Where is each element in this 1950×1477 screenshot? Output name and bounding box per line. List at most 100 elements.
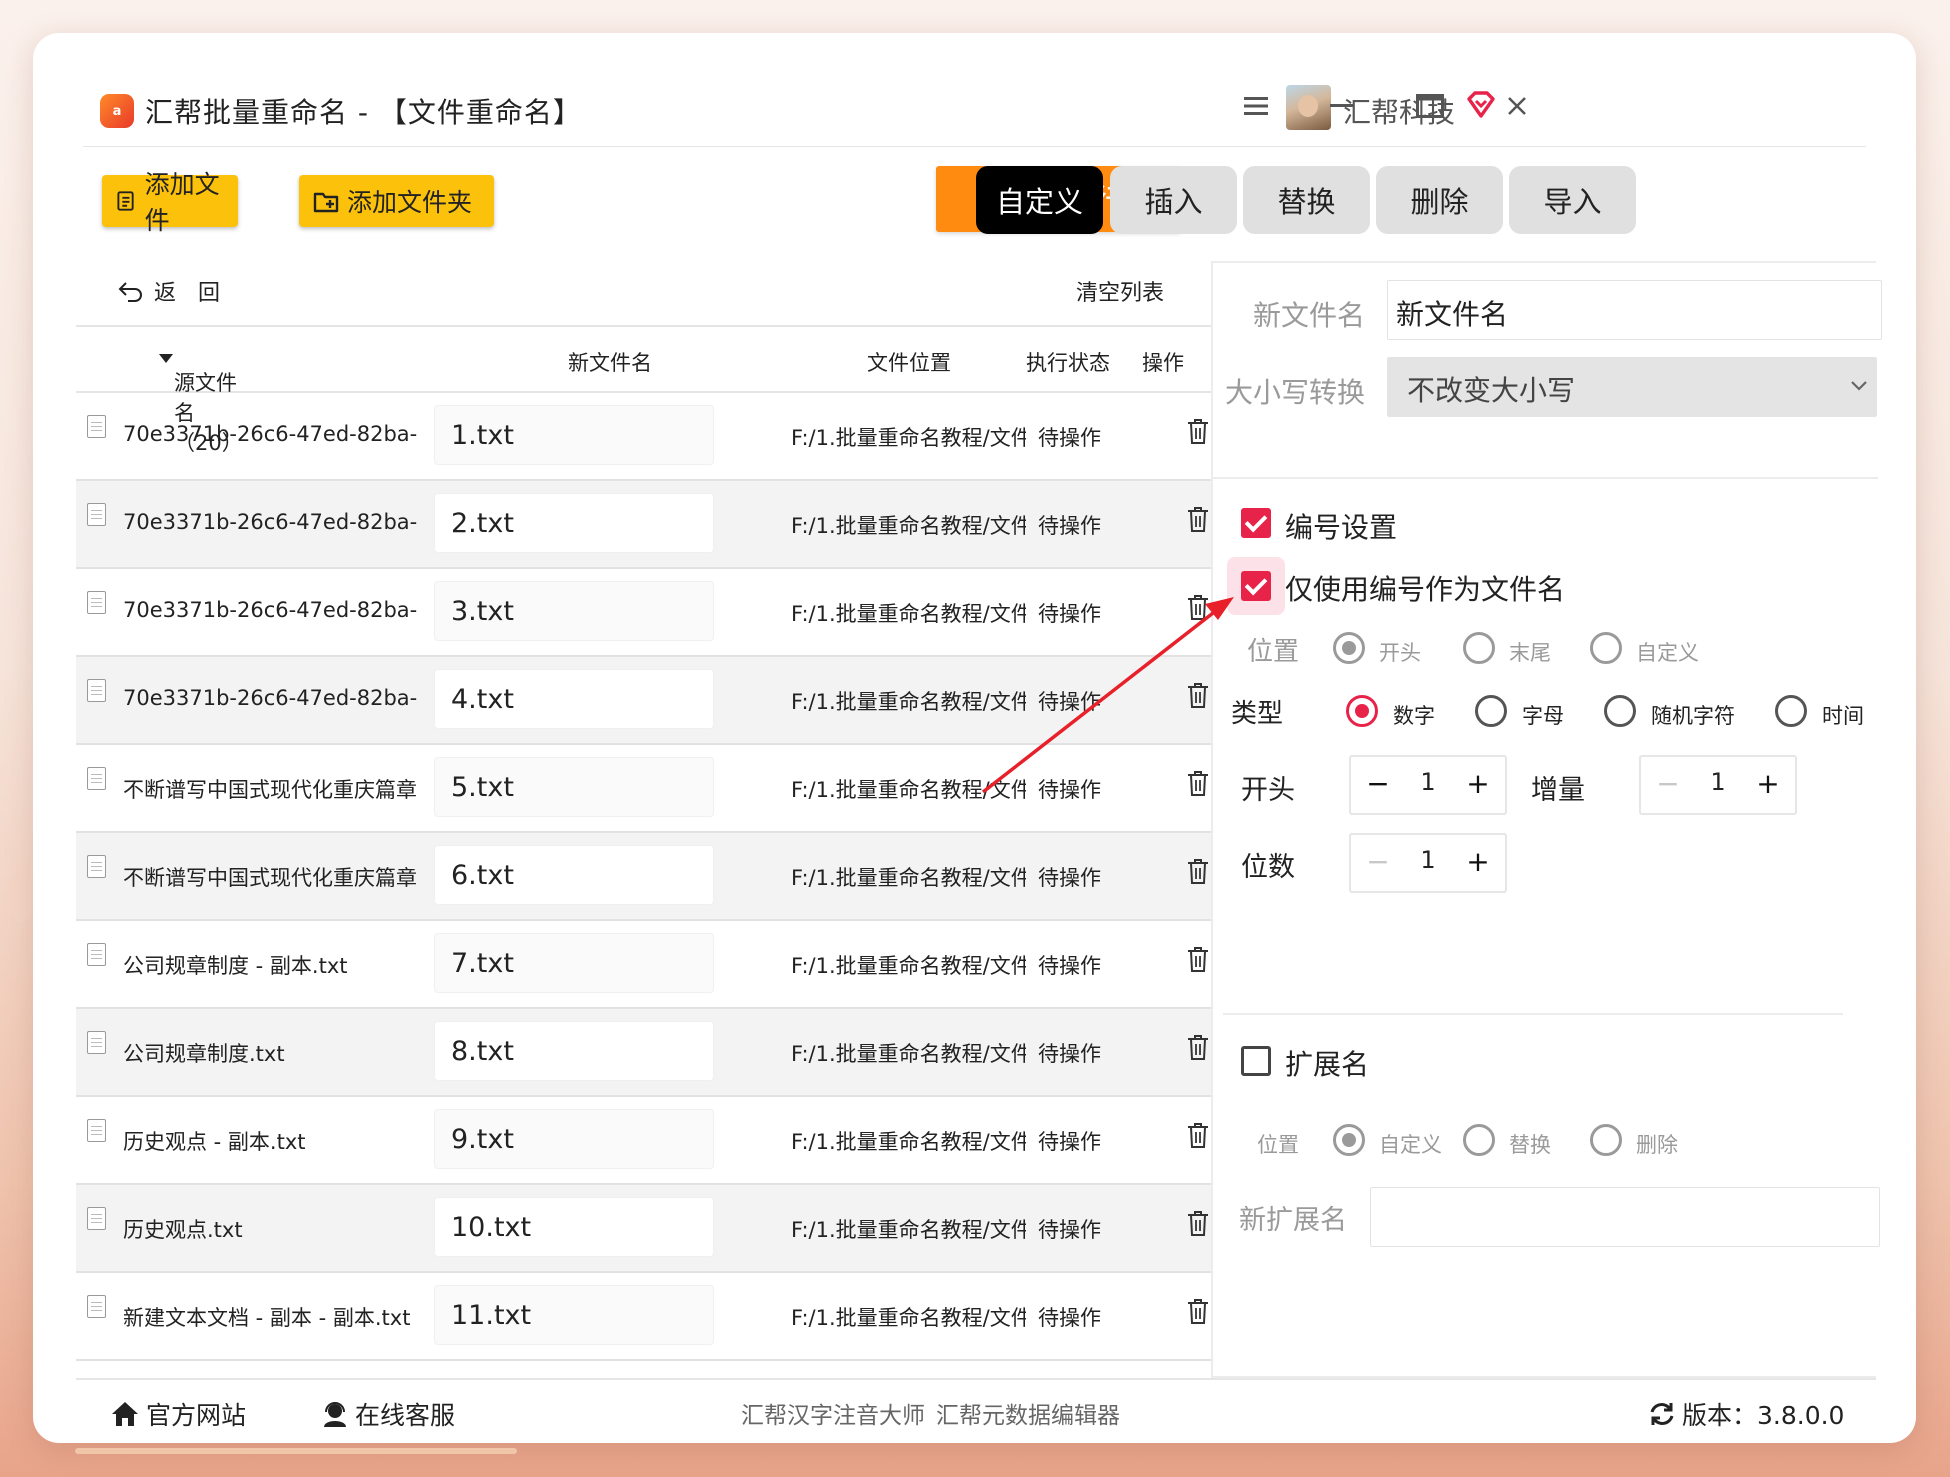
trash-icon[interactable] [1186, 769, 1210, 797]
new-filename[interactable]: 7.txt [434, 933, 714, 993]
type-radio-letter[interactable] [1475, 695, 1507, 727]
position-radio-start[interactable] [1333, 632, 1365, 664]
trash-icon[interactable] [1186, 1297, 1210, 1325]
trash-icon[interactable] [1186, 857, 1210, 885]
file-icon [87, 1031, 106, 1054]
source-filename: 70e3371b-26c6-47ed-82ba-3eb9 [123, 510, 418, 534]
file-list: 70e3371b-26c6-47ed-82ba-3eb9 1.txt F:/1.批量… [76, 393, 1211, 1378]
plus-icon[interactable]: + [1753, 767, 1783, 800]
version-info[interactable]: 版本：3.8.0.0 [1648, 1396, 1844, 1432]
numbering-checkbox[interactable] [1241, 508, 1271, 538]
trash-icon[interactable] [1186, 593, 1210, 621]
trash-icon[interactable] [1186, 681, 1210, 709]
new-filename[interactable]: 11.txt [434, 1285, 714, 1345]
table-row[interactable]: 70e3371b-26c6-47ed-82ba-3eb9 4.txt F:/1.批量… [76, 657, 1211, 745]
table-row[interactable]: 70e3371b-26c6-47ed-82ba-3eb9 1.txt F:/1.批量… [76, 393, 1211, 481]
table-row[interactable]: 历史观点.txt 10.txt F:/1.批量重命名教程/文件 待操作 [76, 1185, 1211, 1273]
new-filename[interactable]: 3.txt [434, 581, 714, 641]
new-filename[interactable]: 8.txt [434, 1021, 714, 1081]
digits-stepper[interactable]: − 1 + [1349, 833, 1507, 893]
exec-status: 待操作 [1038, 1306, 1101, 1330]
exec-status: 待操作 [1038, 1218, 1101, 1242]
close-icon[interactable] [1492, 81, 1542, 131]
new-name-label: 新文件名 [1253, 299, 1366, 332]
new-filename[interactable]: 9.txt [434, 1109, 714, 1169]
file-location: F:/1.批量重命名教程/文件 [791, 1130, 1026, 1154]
extension-checkbox[interactable] [1241, 1046, 1271, 1076]
exec-status: 待操作 [1038, 866, 1101, 890]
table-row[interactable]: 不断谱写中国式现代化重庆篇章.txt 6.txt F:/1.批量重命名教程/文件待操… [76, 833, 1211, 921]
header-source[interactable]: 源文件名（20） [158, 347, 243, 455]
online-service-link[interactable]: 在线客服 [321, 1396, 455, 1432]
add-folder-label: 添加文件夹 [347, 188, 473, 217]
file-location: F:/1.批量重命名教程/文件 [791, 602, 1026, 626]
trash-icon[interactable] [1186, 945, 1210, 973]
trash-icon[interactable] [1186, 1209, 1210, 1237]
minimize-icon[interactable] [1317, 81, 1367, 131]
tab-insert[interactable]: 插入 [1110, 166, 1237, 234]
plus-icon[interactable]: + [1463, 845, 1493, 878]
case-select[interactable]: 不改变大小写 [1387, 357, 1877, 417]
trash-icon[interactable] [1186, 505, 1210, 533]
table-row[interactable]: 70e3371b-26c6-47ed-82ba-3eb9 3.txt F:/1.批量… [76, 569, 1211, 657]
table-row[interactable]: 公司规章制度 - 副本.txt 7.txt F:/1.批量重命名教程/文件 待操作 [76, 921, 1211, 1009]
clear-list-button[interactable]: 清空列表 [1076, 275, 1164, 307]
ext-position-label: 位置 [1257, 1133, 1299, 1157]
tab-import[interactable]: 导入 [1509, 166, 1636, 234]
file-location: F:/1.批量重命名教程/文件 [791, 866, 1026, 890]
new-filename[interactable]: 6.txt [434, 845, 714, 905]
new-filename[interactable]: 1.txt [434, 405, 714, 465]
source-filename: 不断谱写中国式现代化重庆篇章 - 副本 [123, 778, 418, 802]
ext-radio-delete[interactable] [1590, 1124, 1622, 1156]
table-row[interactable]: 70e3371b-26c6-47ed-82ba-3eb9 2.txt F:/1.批量… [76, 481, 1211, 569]
new-name-input[interactable]: 新文件名 [1387, 280, 1882, 340]
add-folder-button[interactable]: 添加文件夹 [299, 175, 494, 227]
back-arrow-icon [118, 282, 142, 302]
pinyin-app-link[interactable]: 汇帮汉字注音大师 [741, 1396, 925, 1430]
add-file-label: 添加文件 [144, 170, 220, 235]
type-radio-random[interactable] [1604, 695, 1636, 727]
table-row[interactable]: 不断谱写中国式现代化重庆篇章 - 副本 5.txt F:/1.批量重命名教程/文件待… [76, 745, 1211, 833]
position-end-label: 末尾 [1509, 641, 1551, 665]
trash-icon[interactable] [1186, 417, 1210, 445]
type-time-label: 时间 [1822, 704, 1864, 728]
official-site-link[interactable]: 官方网站 [110, 1396, 246, 1432]
trash-icon[interactable] [1186, 1121, 1210, 1149]
file-list-header: 源文件名（20） 新文件名 文件位置 执行状态 操作 [76, 325, 1211, 455]
start-stepper[interactable]: − 1 + [1349, 755, 1507, 815]
trash-icon[interactable] [1186, 1033, 1210, 1061]
type-radio-number[interactable] [1346, 695, 1378, 727]
header-status: 执行状态 [1026, 351, 1110, 375]
metadata-app-link[interactable]: 汇帮元数据编辑器 [936, 1396, 1120, 1430]
ext-radio-replace[interactable] [1463, 1124, 1495, 1156]
new-filename[interactable]: 2.txt [434, 493, 714, 553]
file-location: F:/1.批量重命名教程/文件 [791, 954, 1026, 978]
case-select-value: 不改变大小写 [1407, 374, 1576, 407]
increment-stepper[interactable]: − 1 + [1639, 755, 1797, 815]
window-title: 汇帮批量重命名 - 【文件重命名】 [145, 96, 582, 129]
menu-icon[interactable] [1231, 81, 1281, 131]
position-radio-end[interactable] [1463, 632, 1495, 664]
plus-icon[interactable]: + [1463, 767, 1493, 800]
ext-radio-custom[interactable] [1333, 1124, 1365, 1156]
only-number-checkbox[interactable] [1241, 571, 1271, 601]
header-location: 文件位置 [867, 351, 951, 375]
tab-replace[interactable]: 替换 [1243, 166, 1370, 234]
new-filename[interactable]: 4.txt [434, 669, 714, 729]
new-filename[interactable]: 5.txt [434, 757, 714, 817]
tab-delete[interactable]: 删除 [1376, 166, 1503, 234]
type-radio-time[interactable] [1775, 695, 1807, 727]
new-filename[interactable]: 10.txt [434, 1197, 714, 1257]
table-row[interactable]: 公司规章制度.txt 8.txt F:/1.批量重命名教程/文件 待操作 [76, 1009, 1211, 1097]
tab-custom[interactable]: 自定义 [976, 166, 1103, 234]
new-extension-input[interactable] [1370, 1187, 1880, 1247]
add-file-button[interactable]: 添加文件 [102, 170, 238, 235]
table-row[interactable]: 历史观点 - 副本.txt 9.txt F:/1.批量重命名教程/文件 待操作 [76, 1097, 1211, 1185]
maximize-icon[interactable] [1405, 81, 1455, 131]
table-row[interactable]: 新建文本文档 - 副本 - 副本.txt 11.txt F:/1.批量重命名教程/文… [76, 1273, 1211, 1361]
add-file-icon [117, 191, 134, 211]
file-location: F:/1.批量重命名教程/文件 [791, 690, 1026, 714]
back-button[interactable]: 返 回 [118, 275, 220, 307]
horizontal-scrollbar[interactable] [75, 1448, 517, 1454]
position-radio-custom[interactable] [1590, 632, 1622, 664]
